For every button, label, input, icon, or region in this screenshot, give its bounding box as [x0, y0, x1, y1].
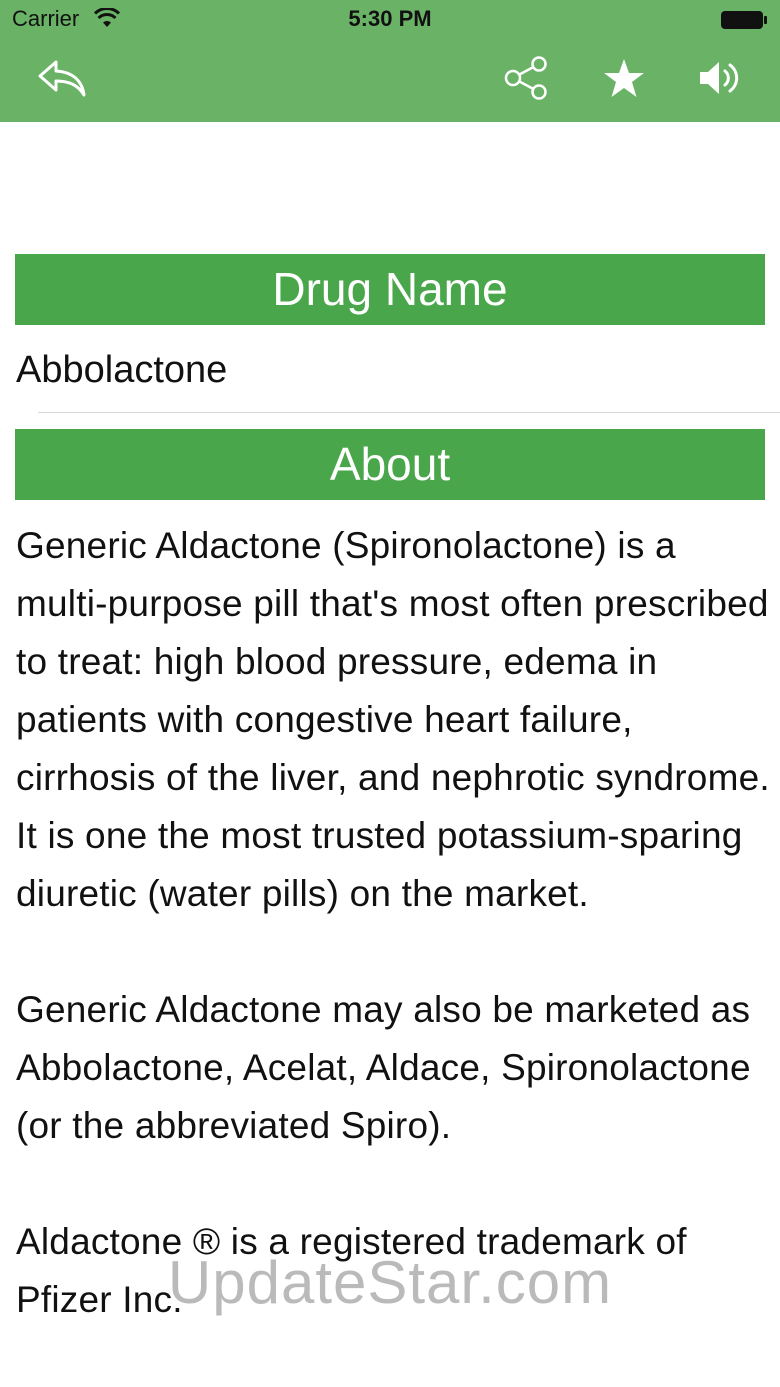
- back-button[interactable]: [34, 54, 90, 106]
- reply-back-icon: [36, 58, 88, 103]
- nav-bar: [0, 40, 780, 122]
- about-paragraph: Aldactone ® is a registered trademark of…: [16, 1221, 687, 1320]
- share-button[interactable]: [498, 54, 554, 106]
- about-paragraph: Generic Aldactone (Spironolactone) is a …: [16, 525, 770, 914]
- about-header: About: [15, 429, 765, 500]
- divider: [38, 412, 780, 413]
- favorite-button[interactable]: [596, 54, 652, 106]
- status-time: 5:30 PM: [348, 6, 432, 31]
- speaker-icon: [697, 58, 743, 103]
- about-paragraph: Generic Aldactone may also be marketed a…: [16, 989, 751, 1146]
- star-icon: [603, 58, 645, 103]
- about-text: Generic Aldactone (Spironolactone) is a …: [16, 517, 776, 1387]
- status-bar: Carrier 5:30 PM: [0, 0, 780, 40]
- sound-button[interactable]: [692, 54, 748, 106]
- drug-name-value: Abbolactone: [16, 349, 228, 391]
- share-icon: [503, 55, 549, 105]
- drug-name-header: Drug Name: [15, 254, 765, 325]
- battery-icon: [720, 10, 768, 35]
